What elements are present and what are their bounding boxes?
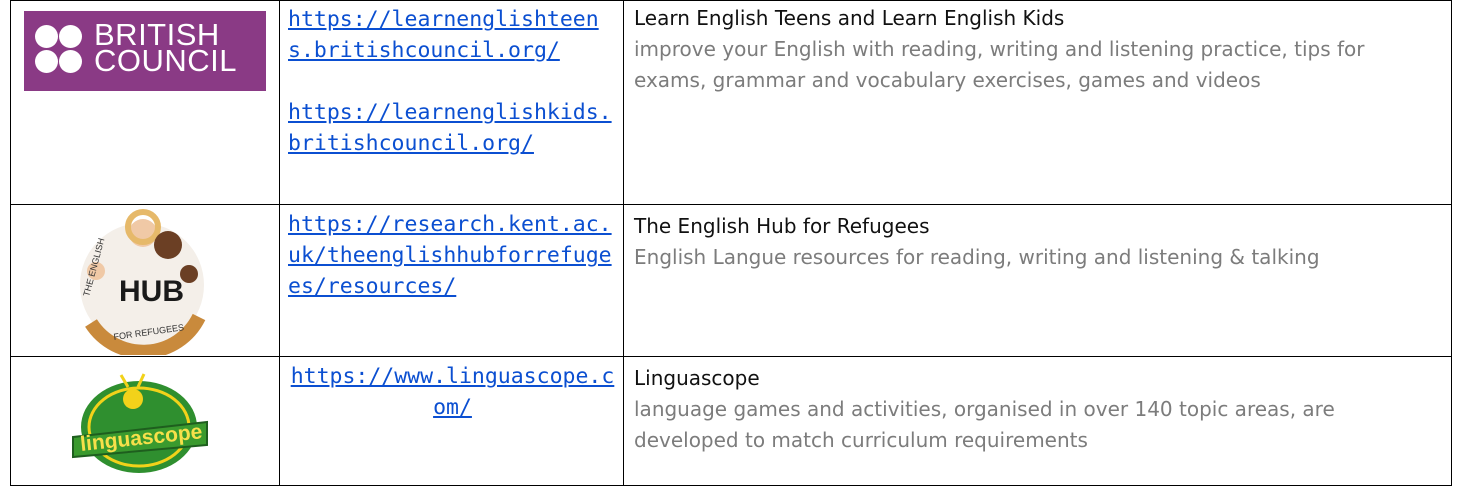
table-row: BRITISH COUNCIL https://learnenglishteen… (10, 0, 1452, 205)
logo-dot (35, 50, 58, 73)
resource-title: Learn English Teens and Learn English Ki… (634, 6, 1065, 30)
resource-link[interactable]: https://learnenglishkids.britishcouncil.… (280, 97, 623, 159)
logo-dot (59, 25, 82, 48)
link-cell: https://learnenglishteens.britishcouncil… (279, 0, 624, 205)
description-cell: The English Hub for Refugees English Lan… (623, 204, 1452, 357)
english-hub-logo: HUB THE ENGLISH FOR REFUGEES (80, 209, 206, 355)
resource-title: The English Hub for Refugees (634, 214, 930, 238)
resource-table: BRITISH COUNCIL https://learnenglishteen… (10, 0, 1452, 486)
table-row: linguascope https://www.linguascope.com/… (10, 356, 1452, 486)
resource-link[interactable]: https://www.linguascope.com/ (280, 361, 623, 423)
british-council-logo: BRITISH COUNCIL (24, 11, 266, 91)
description-cell: Learn English Teens and Learn English Ki… (623, 0, 1452, 205)
resource-link[interactable]: https://learnenglishteens.britishcouncil… (280, 4, 623, 66)
table-row: HUB THE ENGLISH FOR REFUGEES https://res… (10, 204, 1452, 357)
resource-description: language games and activities, organised… (634, 397, 1335, 452)
resource-link[interactable]: https://research.kent.ac.uk/theenglishhu… (280, 209, 623, 302)
resource-title: Linguascope (634, 366, 760, 390)
link-cell: https://www.linguascope.com/ (279, 356, 624, 486)
logo-dot (59, 50, 82, 73)
resource-description: English Langue resources for reading, wr… (634, 245, 1320, 269)
link-cell: https://research.kent.ac.uk/theenglishhu… (279, 204, 624, 357)
logo-dot (35, 25, 58, 48)
logo-text: BRITISH COUNCIL (94, 17, 238, 78)
logo-cell: BRITISH COUNCIL (10, 0, 280, 205)
logo-cell: linguascope (10, 356, 280, 486)
svg-text:HUB: HUB (119, 275, 184, 308)
resource-description: improve your English with reading, writi… (634, 37, 1365, 92)
logo-cell: HUB THE ENGLISH FOR REFUGEES (10, 204, 280, 357)
description-cell: Linguascope language games and activitie… (623, 356, 1452, 486)
linguascope-logo: linguascope (72, 373, 208, 473)
